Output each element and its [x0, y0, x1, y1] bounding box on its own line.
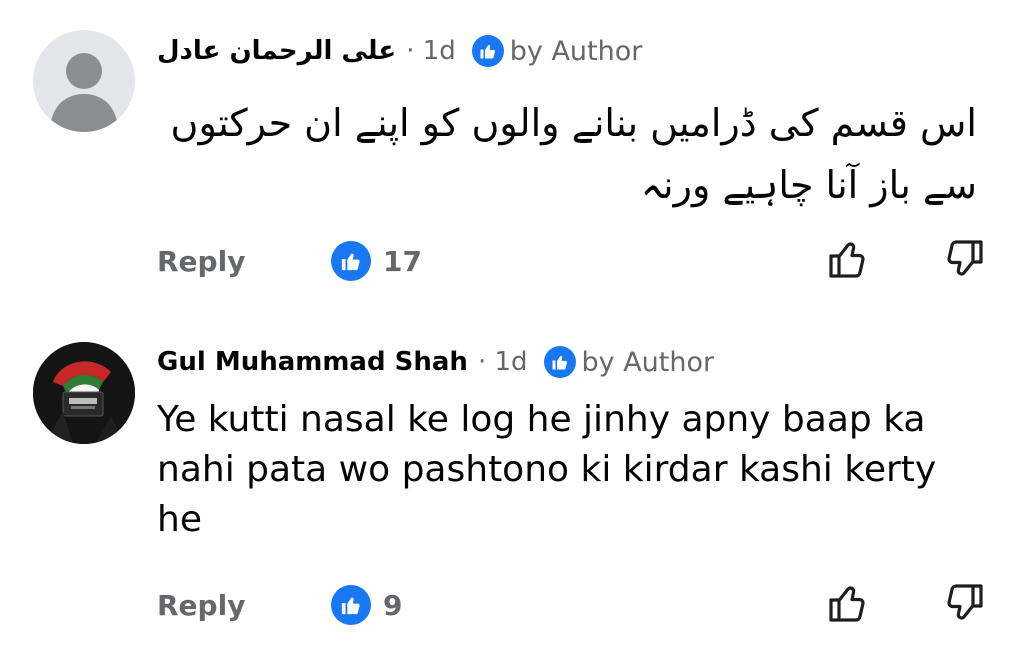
author-name[interactable]: Gul Muhammad Shah	[157, 347, 468, 377]
comment-item: Gul Muhammad Shah · 1d by Author Ye kutt…	[0, 325, 1024, 653]
author-name[interactable]: علی الرحمان عادل	[157, 36, 396, 66]
author-badge: by Author	[543, 346, 715, 378]
default-person-icon	[50, 53, 118, 132]
comment-actions: Reply 9	[157, 581, 987, 631]
avatar[interactable]	[33, 342, 135, 444]
comment-meta: علی الرحمان عادل · 1d by Author	[157, 31, 642, 71]
comment-item: علی الرحمان عادل · 1d by Author اس قسم ک…	[0, 0, 1024, 325]
thumbs-up-icon[interactable]	[827, 237, 871, 281]
avatar[interactable]	[33, 30, 135, 132]
thumbs-up-badge-icon	[471, 35, 504, 67]
profile-photo-icon	[33, 342, 135, 444]
badge-label: by Author	[509, 35, 643, 67]
reply-button[interactable]: Reply	[157, 589, 245, 622]
thumbs-up-reaction-icon	[331, 585, 371, 625]
like-count[interactable]: 17	[331, 241, 422, 281]
comment-meta: Gul Muhammad Shah · 1d by Author	[157, 342, 714, 382]
comment-time: · 1d	[406, 36, 456, 66]
comment-text: Ye kutti nasal ke log he jinhy apny baap…	[157, 399, 937, 540]
badge-label: by Author	[581, 346, 715, 378]
thumbs-down-icon[interactable]	[941, 237, 985, 281]
reply-button[interactable]: Reply	[157, 245, 245, 278]
like-count-value: 9	[383, 588, 403, 622]
like-count[interactable]: 9	[331, 585, 402, 625]
like-count-value: 17	[383, 244, 422, 278]
comment-time: · 1d	[477, 347, 528, 377]
thumbs-down-icon[interactable]	[941, 581, 985, 625]
author-badge: by Author	[471, 35, 643, 67]
thumbs-up-reaction-icon	[331, 241, 371, 281]
comment-text: اس قسم کی ڈرامیں بنانے والوں کو اپنے ان …	[170, 101, 977, 207]
thumbs-up-icon[interactable]	[827, 581, 871, 625]
comment-actions: Reply 17	[157, 237, 987, 287]
thumbs-up-badge-icon	[543, 346, 576, 378]
